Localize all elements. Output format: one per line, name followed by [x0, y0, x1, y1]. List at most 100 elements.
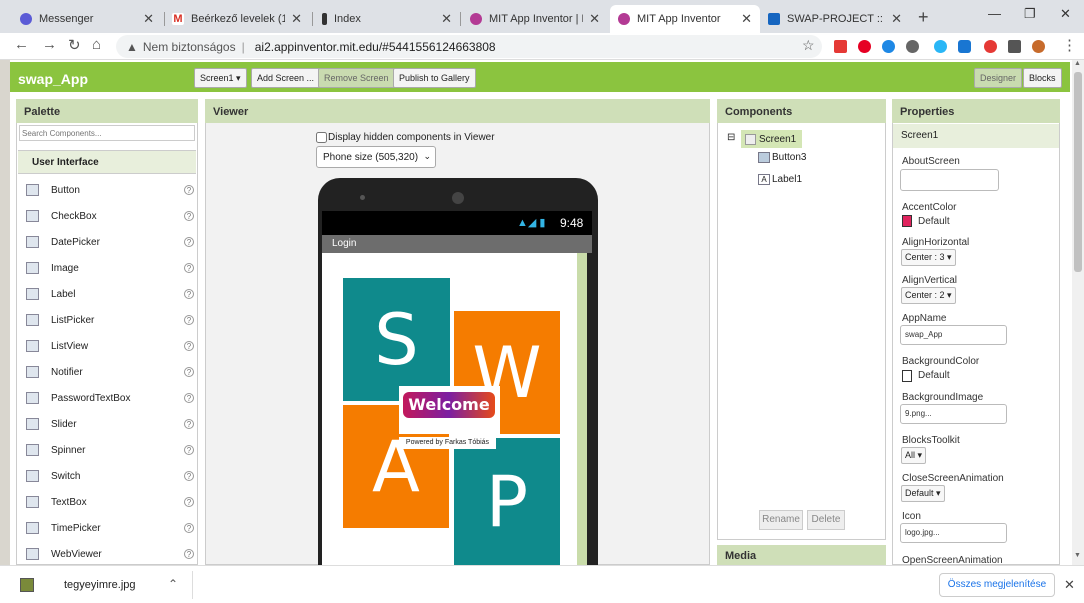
search-input[interactable]: [19, 125, 195, 141]
palette-item-timepicker[interactable]: TimePicker?: [26, 515, 194, 541]
blocks-button[interactable]: Blocks: [1023, 68, 1062, 88]
palette-item-webviewer[interactable]: WebViewer?: [26, 541, 194, 565]
menu-icon[interactable]: ⋮: [1062, 36, 1077, 54]
scrollbar-thumb[interactable]: [1074, 72, 1082, 272]
help-icon[interactable]: ?: [184, 549, 194, 559]
avatar[interactable]: [1032, 40, 1045, 53]
background-image-field[interactable]: 9.png...: [900, 404, 1007, 424]
help-icon[interactable]: ?: [184, 185, 194, 195]
palette-item-textbox[interactable]: TextBox?: [26, 489, 194, 515]
accent-color-value[interactable]: Default: [918, 216, 950, 227]
palette-item-notifier[interactable]: Notifier?: [26, 359, 194, 385]
palette-item-spinner[interactable]: Spinner?: [26, 437, 194, 463]
blocks-toolkit-select[interactable]: All ▾: [901, 447, 927, 464]
publish-gallery-button[interactable]: Publish to Gallery: [393, 68, 476, 88]
tree-label: Screen1: [759, 133, 797, 145]
home-icon[interactable]: ⌂: [92, 36, 101, 53]
phone-size-select[interactable]: Phone size (505,320) ⌄: [316, 146, 436, 168]
collapse-icon[interactable]: ⊟: [727, 132, 735, 143]
close-icon[interactable]: ✕: [741, 11, 752, 27]
minimize-button[interactable]: —: [988, 6, 1001, 21]
close-icon[interactable]: ✕: [891, 11, 902, 27]
help-icon[interactable]: ?: [184, 315, 194, 325]
new-tab-button[interactable]: +: [918, 7, 929, 28]
palette-item-listpicker[interactable]: ListPicker?: [26, 307, 194, 333]
hidden-components-checkbox[interactable]: [316, 132, 327, 143]
about-screen-field[interactable]: [900, 169, 999, 191]
close-icon[interactable]: ✕: [143, 11, 154, 27]
palette-item-datepicker[interactable]: DatePicker?: [26, 229, 194, 255]
show-all-downloads-button[interactable]: Összes megjelenítése: [939, 573, 1055, 597]
close-icon[interactable]: ✕: [441, 11, 452, 27]
close-icon[interactable]: ✕: [291, 11, 302, 27]
help-icon[interactable]: ?: [184, 419, 194, 429]
add-screen-button[interactable]: Add Screen ...: [251, 68, 321, 88]
pinterest-icon[interactable]: [858, 40, 871, 53]
welcome-button[interactable]: Welcome: [399, 386, 500, 434]
chevron-up-icon[interactable]: ⌃: [168, 577, 178, 591]
maximize-button[interactable]: ❐: [1024, 6, 1036, 22]
tab-index[interactable]: Index ✕: [314, 5, 460, 33]
close-window-button[interactable]: ✕: [1060, 6, 1071, 22]
cloud-icon[interactable]: [934, 40, 947, 53]
tab-mit-app-inventor[interactable]: MIT App Inventor ✕: [610, 5, 760, 33]
align-horizontal-select[interactable]: Center : 3 ▾: [901, 249, 956, 266]
palette-item-slider[interactable]: Slider?: [26, 411, 194, 437]
palette-item-button[interactable]: Button?: [26, 177, 194, 203]
background-color-value[interactable]: Default: [918, 370, 950, 381]
remove-screen-button[interactable]: Remove Screen: [318, 68, 395, 88]
back-icon[interactable]: ←: [14, 36, 29, 53]
tab-mit-explore[interactable]: MIT App Inventor | Expl ✕: [462, 5, 608, 33]
extension-icon[interactable]: [958, 40, 971, 53]
extension-icon[interactable]: [906, 40, 919, 53]
help-icon[interactable]: ?: [184, 237, 194, 247]
icon-field[interactable]: logo.jpg...: [900, 523, 1007, 543]
address-bar[interactable]: ▲ Nem biztonságos | ai2.appinventor.mit.…: [116, 35, 822, 58]
tree-item-button3[interactable]: Button3: [758, 152, 806, 163]
help-icon[interactable]: ?: [184, 523, 194, 533]
help-icon[interactable]: ?: [184, 367, 194, 377]
help-icon[interactable]: ?: [184, 263, 194, 273]
tab-messenger[interactable]: Messenger ✕: [12, 5, 162, 33]
bookmark-star-icon[interactable]: ☆: [802, 37, 815, 54]
adblock-icon[interactable]: [984, 40, 997, 53]
download-file-name[interactable]: tegyeyimre.jpg: [64, 579, 136, 591]
close-screen-animation-select[interactable]: Default ▾: [901, 485, 945, 502]
reload-icon[interactable]: ↻: [68, 36, 81, 54]
help-icon[interactable]: ?: [184, 497, 194, 507]
align-vertical-select[interactable]: Center : 2 ▾: [901, 287, 956, 304]
help-icon[interactable]: ?: [184, 471, 194, 481]
delete-button[interactable]: Delete: [807, 510, 845, 530]
palette-item-passwordtextbox[interactable]: PasswordTextBox?: [26, 385, 194, 411]
tree-item-screen1[interactable]: Screen1: [741, 130, 803, 148]
palette-section-user-interface[interactable]: User Interface: [18, 150, 196, 174]
forward-icon[interactable]: →: [42, 36, 57, 53]
help-icon[interactable]: ?: [184, 341, 194, 351]
screen-select-button[interactable]: Screen1 ▾: [194, 68, 247, 88]
help-icon[interactable]: ?: [184, 393, 194, 403]
tab-gmail[interactable]: M Beérkező levelek (13) - ✕: [164, 5, 310, 33]
close-icon[interactable]: ✕: [589, 11, 600, 27]
extension-icon[interactable]: [834, 40, 847, 53]
help-icon[interactable]: ?: [184, 211, 194, 221]
palette-item-checkbox[interactable]: CheckBox?: [26, 203, 194, 229]
close-icon[interactable]: ✕: [1064, 577, 1075, 593]
help-icon[interactable]: ?: [184, 445, 194, 455]
extension-icon[interactable]: [882, 40, 895, 53]
page-scrollbar[interactable]: ▲ ▼: [1072, 60, 1084, 565]
palette-item-switch[interactable]: Switch?: [26, 463, 194, 489]
puzzle-icon[interactable]: [1008, 40, 1021, 53]
tree-item-label1[interactable]: A Label1: [758, 174, 802, 185]
designer-button[interactable]: Designer: [974, 68, 1023, 88]
help-icon[interactable]: ?: [184, 289, 194, 299]
app-name-field[interactable]: swap_App: [900, 325, 1007, 345]
scroll-up-icon[interactable]: ▲: [1074, 60, 1081, 67]
background-color-swatch[interactable]: [902, 370, 912, 382]
palette-item-label[interactable]: Label?: [26, 281, 194, 307]
palette-item-listview[interactable]: ListView?: [26, 333, 194, 359]
scroll-down-icon[interactable]: ▼: [1074, 552, 1081, 559]
tab-swap-project[interactable]: SWAP-PROJECT :: Virtu ✕: [760, 5, 910, 33]
accent-color-swatch[interactable]: [902, 215, 912, 227]
palette-item-image[interactable]: Image?: [26, 255, 194, 281]
rename-button[interactable]: Rename: [759, 510, 803, 530]
